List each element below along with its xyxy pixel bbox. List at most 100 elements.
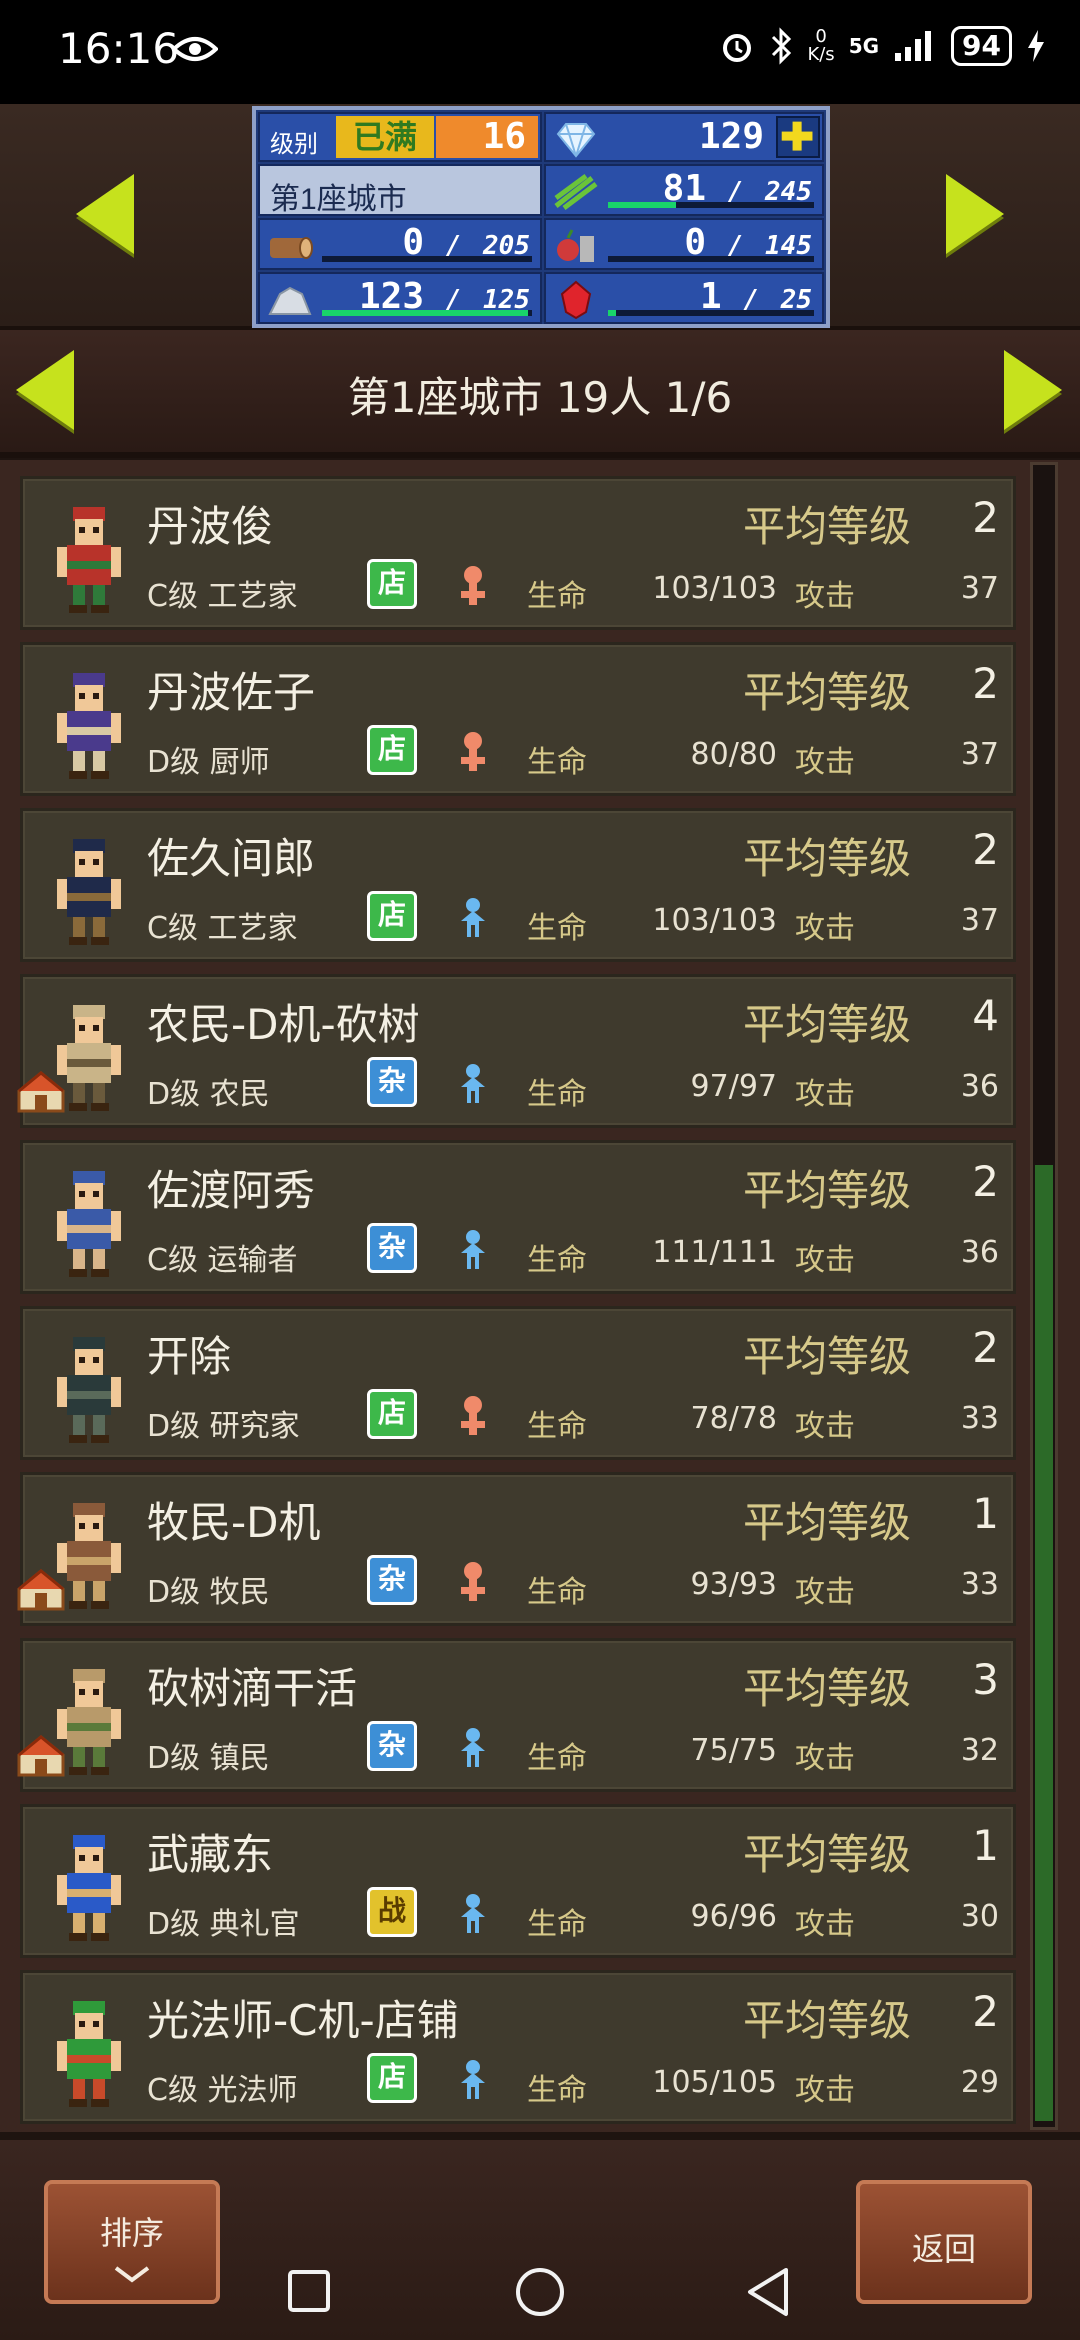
resident-avatar <box>57 839 121 945</box>
level-value: 16 <box>436 116 538 158</box>
avg-level-label: 平均等级 <box>743 1498 912 1547</box>
avg-level-label: 平均等级 <box>743 668 912 717</box>
job-badge: 杂 <box>367 1721 417 1771</box>
square-nav-icon[interactable] <box>286 2268 332 2314</box>
resident-row[interactable]: 砍树滴干活 平均等级 3 D级 镇民 杂 生命 75/75 攻击 32 <box>17 1638 1016 1792</box>
resident-name: 佐久间郎 <box>147 834 316 883</box>
back-label: 返回 <box>911 2230 976 2268</box>
food-cell: 81 / 245 <box>544 164 824 216</box>
resident-list[interactable]: 丹波俊 平均等级 2 C级 工艺家 店 生命 103/103 攻击 37 丹波佐… <box>0 460 1080 2132</box>
resident-avatar <box>57 1337 121 1443</box>
resident-row[interactable]: 佐渡阿秀 平均等级 2 C级 运输者 杂 生命 111/111 攻击 36 <box>20 1140 1016 1294</box>
hp-label: 生命 <box>527 579 587 614</box>
resident-avatar <box>57 507 121 613</box>
house-icon <box>17 1071 65 1113</box>
resident-name: 佐渡阿秀 <box>147 1166 316 1215</box>
back-button[interactable]: 返回 <box>856 2180 1032 2304</box>
resident-row[interactable]: 佐久间郎 平均等级 2 C级 工艺家 店 生命 103/103 攻击 37 <box>20 808 1016 962</box>
resident-row[interactable]: 农民-D机-砍树 平均等级 4 D级 农民 杂 生命 97/97 攻击 36 <box>17 974 1016 1128</box>
circle-nav-icon[interactable] <box>514 2266 566 2318</box>
job-badge: 杂 <box>367 1223 417 1273</box>
hp-value: 103/103 <box>652 571 777 606</box>
job-badge: 杂 <box>367 1555 417 1605</box>
male-icon <box>461 1728 485 1767</box>
attack-label: 攻击 <box>795 1575 855 1610</box>
alarm-icon <box>723 34 752 62</box>
attack-label: 攻击 <box>795 1907 855 1942</box>
job-badge: 杂 <box>367 1057 417 1107</box>
resident-row[interactable]: 光法师-C机-店铺 平均等级 2 C级 光法师 店 生命 105/105 攻击 … <box>20 1970 1016 2124</box>
resident-avatar <box>57 1835 121 1941</box>
attack-value: 33 <box>960 1401 999 1436</box>
hp-value: 75/75 <box>690 1733 777 1768</box>
resident-name: 开除 <box>147 1332 232 1381</box>
resident-row[interactable]: 开除 平均等级 2 D级 研究家 店 生命 78/78 攻击 33 <box>20 1306 1016 1460</box>
avg-level-value: 1 <box>972 1821 999 1870</box>
resident-class: D级 研究家 <box>147 1409 300 1444</box>
attack-label: 攻击 <box>795 1741 855 1776</box>
stone-icon <box>268 286 312 315</box>
resident-class: C级 工艺家 <box>147 911 298 946</box>
city-name-cell: 第1座城市 <box>258 164 542 216</box>
resident-row[interactable]: 牧民-D机 平均等级 1 D级 牧民 杂 生命 93/93 攻击 33 <box>17 1472 1016 1626</box>
resident-name: 砍树滴干活 <box>147 1664 358 1713</box>
resident-row[interactable]: 丹波佐子 平均等级 2 D级 厨师 店 生命 80/80 攻击 37 <box>20 642 1016 796</box>
avg-level-value: 1 <box>972 1489 999 1538</box>
net-speed: 0 K/s <box>807 26 835 65</box>
hp-value: 103/103 <box>652 903 777 938</box>
status-bar: 16:16 0 K/s 5G 94 <box>0 0 1080 104</box>
avg-level-label: 平均等级 <box>743 1996 912 2045</box>
list-scrollbar[interactable] <box>1030 462 1058 2130</box>
wheat-icon <box>554 173 598 210</box>
avg-level-label: 平均等级 <box>743 1664 912 1713</box>
scrollbar-thumb[interactable] <box>1035 1165 1053 2121</box>
prev-arrow-button[interactable] <box>76 174 134 254</box>
resident-avatar <box>57 673 121 779</box>
status-icons: 0 K/s 5G 94 <box>719 26 1046 66</box>
network-type: 5G <box>848 34 880 58</box>
bottom-bar: 排序 返回 <box>0 2140 1080 2340</box>
avg-level-value: 2 <box>972 1157 999 1206</box>
resident-class: C级 工艺家 <box>147 579 298 614</box>
city-header-title: 第1座城市 19人 1/6 <box>347 373 733 422</box>
hp-label: 生命 <box>527 1409 587 1444</box>
resident-row[interactable]: 武藏东 平均等级 1 D级 典礼官 战 生命 96/96 攻击 30 <box>20 1804 1016 1958</box>
next-city-button[interactable] <box>1004 350 1062 430</box>
attack-value: 36 <box>960 1069 999 1104</box>
attack-label: 攻击 <box>795 911 855 946</box>
avg-level-value: 2 <box>972 1323 999 1372</box>
gem-count: 129 <box>698 116 764 157</box>
hp-value: 93/93 <box>690 1567 777 1602</box>
wood-cell: 0 / 205 <box>258 218 542 270</box>
avg-level-label: 平均等级 <box>743 1000 912 1049</box>
plus-icon[interactable] <box>776 116 820 158</box>
male-icon <box>461 1230 485 1269</box>
resident-name: 丹波佐子 <box>147 668 316 717</box>
avg-level-value: 2 <box>972 1987 999 2036</box>
avg-level-label: 平均等级 <box>743 1166 912 1215</box>
hp-label: 生命 <box>527 1243 587 1278</box>
hp-value: 111/111 <box>652 1235 777 1270</box>
sort-button[interactable]: 排序 <box>44 2180 220 2304</box>
attack-label: 攻击 <box>795 579 855 614</box>
back-nav-icon[interactable] <box>744 2266 792 2318</box>
resident-class: C级 光法师 <box>147 2073 298 2108</box>
level-full-badge: 已满 <box>336 116 434 158</box>
avg-level-label: 平均等级 <box>743 834 912 883</box>
hp-label: 生命 <box>527 1741 587 1776</box>
job-badge: 店 <box>367 559 417 609</box>
city-name-short: 第1座城市 <box>270 183 407 216</box>
avg-level-label: 平均等级 <box>743 502 912 551</box>
attack-label: 攻击 <box>795 2073 855 2108</box>
female-icon <box>461 566 485 605</box>
male-icon <box>461 2060 485 2099</box>
food-bar <box>608 202 814 208</box>
next-arrow-button[interactable] <box>946 174 1004 254</box>
battery-icon: 94 <box>951 26 1012 66</box>
resident-row[interactable]: 丹波俊 平均等级 2 C级 工艺家 店 生命 103/103 攻击 37 <box>20 476 1016 630</box>
avg-level-value: 3 <box>972 1655 999 1704</box>
resident-avatar <box>57 1171 121 1277</box>
ruby-icon <box>560 280 592 320</box>
attack-value: 37 <box>960 903 999 938</box>
hp-value: 97/97 <box>690 1069 777 1104</box>
